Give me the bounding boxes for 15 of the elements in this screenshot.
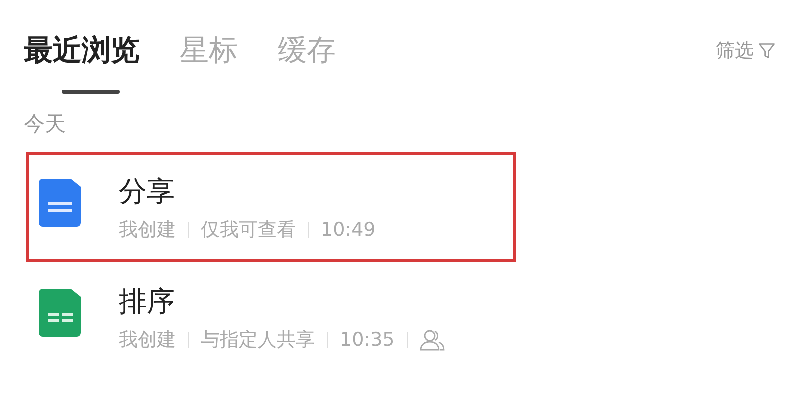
file-name: 排序 xyxy=(119,285,175,319)
filter-icon xyxy=(758,42,776,60)
section-title: 今天 xyxy=(24,111,66,138)
file-meta: 10:35 xyxy=(340,329,395,351)
file-meta: 仅我可查看 xyxy=(201,218,296,243)
file-meta: 10:49 xyxy=(321,219,376,241)
file-name: 分享 xyxy=(119,175,175,209)
tab[interactable]: 最近浏览 xyxy=(24,30,140,96)
file-item[interactable]: 分享 我创建 仅我可查看 10:49 xyxy=(26,152,516,262)
file-meta: 我创建 xyxy=(119,328,176,353)
spreadsheet-icon xyxy=(39,289,83,337)
file-meta: 与指定人共享 xyxy=(201,328,315,353)
file-item[interactable]: 排序 我创建 与指定人共享 10:35 xyxy=(26,262,516,372)
file-meta: 我创建 xyxy=(119,218,176,243)
document-icon xyxy=(39,179,83,227)
